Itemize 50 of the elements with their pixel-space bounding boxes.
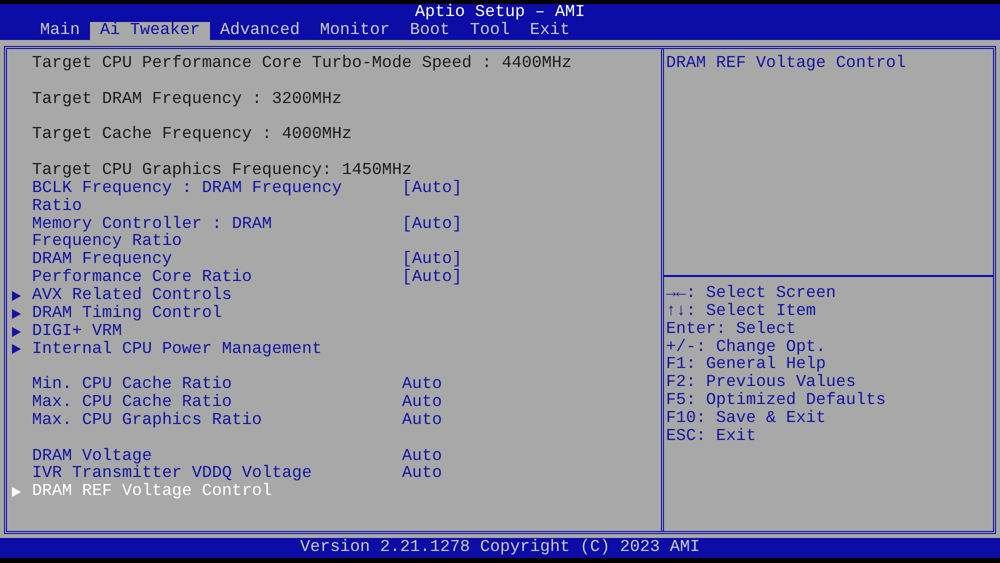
setting-value[interactable]: [Auto] bbox=[402, 180, 462, 216]
triangle-icon bbox=[12, 308, 21, 319]
info-text: Target CPU Performance Core Turbo-Mode Speed : 4400MHz bbox=[32, 55, 572, 73]
window-title: Aptio Setup – AMI bbox=[415, 3, 585, 22]
submenu-item[interactable]: AVX Related Controls bbox=[32, 286, 232, 305]
setting-label[interactable]: Memory Controller : DRAM Frequency Ratio bbox=[32, 216, 352, 252]
submenu-item[interactable]: DRAM Timing Control bbox=[32, 304, 222, 323]
setting-label[interactable]: Max. CPU Graphics Ratio bbox=[32, 412, 352, 430]
setting-value[interactable]: Auto bbox=[402, 376, 442, 394]
setting-value[interactable]: Auto bbox=[402, 412, 442, 430]
setting-value[interactable]: [Auto] bbox=[402, 269, 462, 287]
setting-value[interactable]: [Auto] bbox=[402, 216, 462, 252]
setting-label[interactable]: IVR Transmitter VDDQ Voltage bbox=[32, 465, 352, 484]
submenu-item[interactable]: DIGI+ VRM bbox=[32, 322, 122, 340]
submenu-item[interactable]: Internal CPU Power Management bbox=[32, 340, 322, 358]
triangle-icon bbox=[12, 344, 21, 354]
tab[interactable]: Ai Tweaker bbox=[90, 22, 210, 40]
tab[interactable]: Monitor bbox=[310, 22, 400, 40]
tab[interactable]: Boot bbox=[400, 22, 460, 40]
triangle-icon bbox=[12, 326, 21, 337]
triangle-icon bbox=[12, 290, 21, 301]
setting-value[interactable]: Auto bbox=[402, 394, 442, 412]
setting-value[interactable]: Auto bbox=[402, 465, 442, 484]
key-hint: F10: Save & Exit bbox=[666, 410, 827, 428]
tab[interactable]: Main bbox=[30, 22, 90, 40]
key-hint: +/-: Change Opt. bbox=[666, 338, 827, 356]
setting-label[interactable]: BCLK Frequency : DRAM Frequency Ratio bbox=[32, 180, 352, 216]
key-hint: Enter: Select bbox=[666, 320, 797, 339]
tab[interactable]: Advanced bbox=[210, 22, 310, 40]
tab[interactable]: Tool bbox=[460, 22, 520, 40]
setting-label[interactable]: Performance Core Ratio bbox=[32, 269, 352, 287]
setting-label[interactable]: Min. CPU Cache Ratio bbox=[32, 376, 352, 394]
key-hint: F5: Optimized Defaults bbox=[666, 392, 887, 410]
help-description: DRAM REF Voltage Control bbox=[666, 54, 906, 73]
key-hint: F1: General Help bbox=[666, 356, 826, 374]
key-hint: →←: Select Screen bbox=[666, 285, 837, 303]
info-text: Target Cache Frequency : 4000MHz bbox=[32, 126, 352, 144]
setting-label[interactable]: Max. CPU Cache Ratio bbox=[32, 394, 352, 412]
key-hint: ↑↓: Select Item bbox=[666, 302, 817, 321]
status-bar-text: Version 2.21.1278 Copyright (C) 2023 AMI bbox=[300, 538, 700, 557]
tab[interactable]: Exit bbox=[520, 22, 580, 40]
info-text: Target DRAM Frequency : 3200MHz bbox=[32, 90, 342, 109]
setting-value[interactable]: [Auto] bbox=[402, 251, 462, 270]
setting-label[interactable]: DRAM Frequency bbox=[32, 251, 352, 270]
info-text: Target CPU Graphics Frequency: 1450MHz bbox=[32, 162, 412, 180]
setting-label[interactable]: DRAM Voltage bbox=[32, 448, 352, 466]
setting-value[interactable]: Auto bbox=[402, 448, 442, 466]
triangle-icon bbox=[12, 487, 21, 498]
key-hint: ESC: Exit bbox=[666, 428, 757, 446]
key-hint: F2: Previous Values bbox=[666, 374, 856, 392]
